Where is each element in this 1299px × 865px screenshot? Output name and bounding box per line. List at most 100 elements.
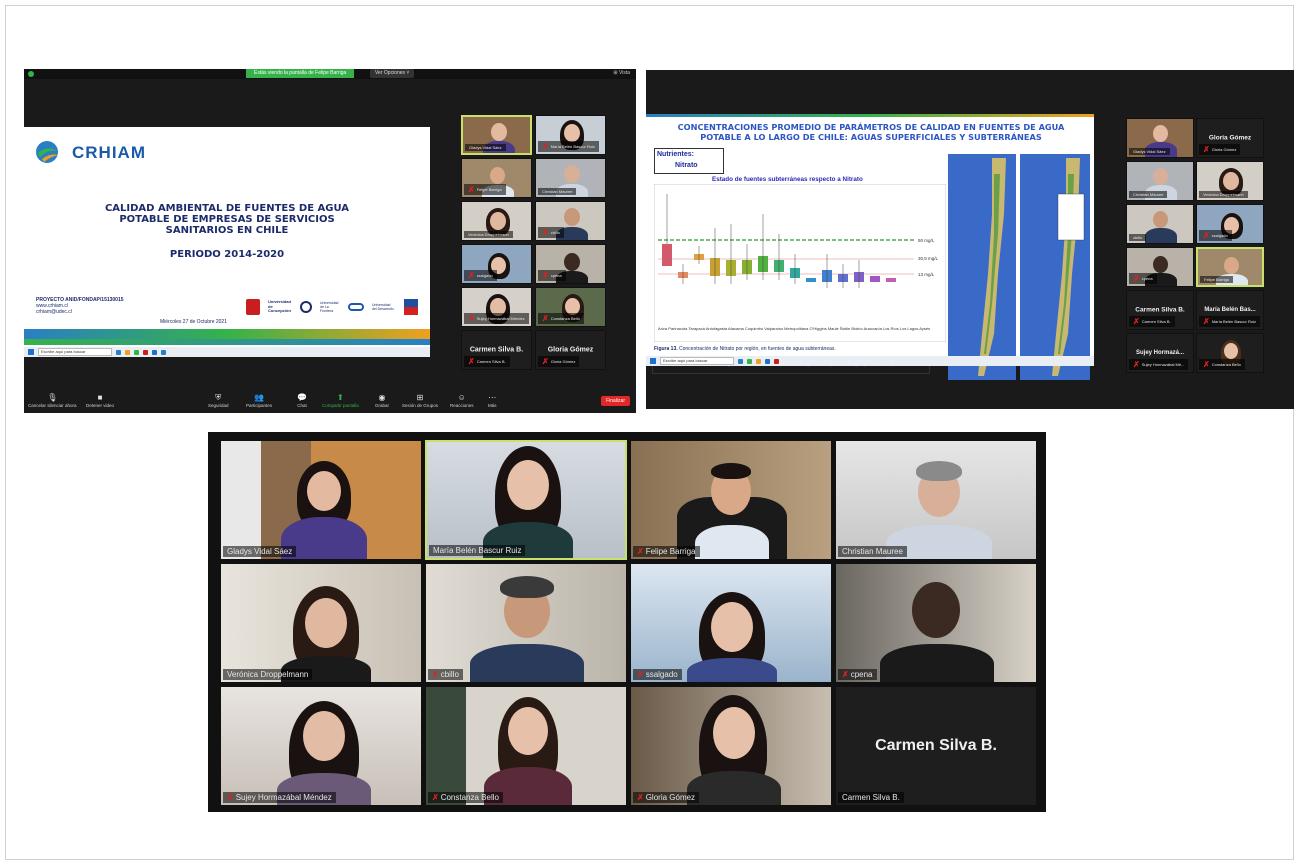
participant-tile[interactable]: Gladys Vidal Sáez: [461, 115, 532, 155]
mute-label: Cancelar silenciar ahora: [28, 403, 77, 408]
participant-name: ✗ María Belén Bascur Ruiz: [1199, 316, 1260, 327]
participant-name-text: cpena: [850, 670, 873, 679]
participant-tile[interactable]: Carmen Silva B. Carmen Silva B.: [835, 686, 1037, 806]
participant-name: María Belén Bascur Ruiz: [429, 545, 526, 556]
participant-tile[interactable]: ✗ cpena: [835, 563, 1037, 683]
participant-video: [1223, 172, 1239, 190]
mic-muted-icon: ✗: [542, 228, 549, 237]
participant-name-text: Christian Mauree: [1133, 192, 1164, 197]
taskbar-app-icon[interactable]: [765, 358, 770, 364]
participant-tile[interactable]: Sujey Hormazá... ✗ Sujey Hormazábal Mé...: [1126, 333, 1194, 373]
participant-tile[interactable]: ✗ María Belén Bascur Ruiz: [535, 115, 606, 155]
more-button[interactable]: ⋯ Más: [488, 393, 497, 408]
taskbar-app-icon[interactable]: [747, 358, 752, 364]
mic-muted-icon: ✗: [842, 670, 849, 679]
video-button[interactable]: ■ Detener video: [86, 393, 114, 408]
participant-name-text: Constanza Bello: [550, 316, 580, 321]
participant-tile[interactable]: Verónica Droppelmann: [220, 563, 422, 683]
taskbar-app-icon[interactable]: [774, 358, 779, 364]
participant-tile[interactable]: ✗ Constanza Bello: [1196, 333, 1264, 373]
participant-tile[interactable]: Christian Mauree: [535, 158, 606, 198]
participant-tile[interactable]: María Belén Bas... ✗ María Belén Bascur R…: [1196, 290, 1264, 330]
participant-name: ✗ cpena: [838, 669, 877, 680]
taskbar-search-input[interactable]: Escribe aquí para buscar: [38, 348, 112, 356]
taskbar-app-icon[interactable]: [134, 349, 139, 355]
participant-tile[interactable]: Christian Mauree: [835, 440, 1037, 560]
participant-tile[interactable]: ✗ Constanza Bello: [535, 287, 606, 327]
participant-name: Verónica Droppelmann: [1199, 191, 1248, 198]
participant-tile[interactable]: Verónica Droppelmann: [461, 201, 532, 241]
shield-icon[interactable]: [28, 71, 34, 77]
taskbar-search-input[interactable]: Escribe aquí para buscar: [660, 357, 734, 365]
windows-start-icon[interactable]: [28, 349, 34, 355]
mic-muted-icon: ✗: [468, 185, 475, 194]
participant-tile[interactable]: Felipe Barriga: [1196, 247, 1264, 287]
participants-button[interactable]: 👥 Participantes: [246, 393, 272, 408]
taskbar-app-icon[interactable]: [116, 349, 121, 355]
chat-icon: 💬: [297, 393, 307, 402]
partner-logo-label: Universidad del Desarrollo: [372, 303, 394, 311]
participant-name-text: Felipe Barriga: [645, 547, 696, 556]
record-button[interactable]: ◉ Grabar: [375, 393, 389, 408]
participant-tile[interactable]: ✗ cpena: [535, 244, 606, 284]
participant-tile[interactable]: ✗ Gloria Gómez: [630, 686, 832, 806]
end-meeting-button[interactable]: Finalizar: [601, 396, 630, 406]
participant-tile[interactable]: ✗ ssalgado: [630, 563, 832, 683]
participant-tile[interactable]: ✗ Sujey Hormazábal Méndez: [461, 287, 532, 327]
participant-name: ✗ María Belén Bascur Ruiz: [538, 141, 599, 152]
taskbar-app-icon[interactable]: [738, 358, 743, 364]
participant-video: [713, 707, 755, 759]
participant-tile[interactable]: ✗ Felipe Barriga: [461, 158, 532, 198]
taskbar-app-icon[interactable]: [161, 349, 166, 355]
participant-gallery: Gladys Vidal Sáez Gloria Gómez ✗ Gloria G…: [1126, 118, 1266, 378]
participant-tile[interactable]: Gloria Gómez ✗ Gloria Gómez: [1196, 118, 1264, 158]
windows-start-icon[interactable]: [650, 358, 656, 364]
taskbar-app-icon[interactable]: [143, 349, 148, 355]
taskbar-app-icon[interactable]: [125, 349, 130, 355]
record-icon: ◉: [378, 393, 386, 402]
participant-video: [711, 602, 753, 652]
svg-text:Arica Parinacota Tarapacá An: Arica Parinacota Tarapacá Antofagasta At…: [658, 326, 930, 331]
participant-tile[interactable]: ✗ Sujey Hormazábal Méndez: [220, 686, 422, 806]
mute-button[interactable]: 🎙 Cancelar silenciar ahora: [28, 393, 77, 408]
participant-tile[interactable]: Gloria Gómez ✗ Gloria Gómez: [535, 330, 606, 370]
participant-name: Gladys Vidal Sáez: [1129, 148, 1170, 155]
participant-tile[interactable]: ✗ cpena: [1126, 247, 1194, 287]
participant-tile[interactable]: María Belén Bascur Ruiz: [425, 440, 627, 560]
participant-tile[interactable]: Verónica Droppelmann: [1196, 161, 1264, 201]
view-button[interactable]: ⊞ Vista: [613, 69, 630, 78]
figure-caption-label: Figura 13.: [654, 346, 678, 352]
participant-name: ✗ Constanza Bello: [1199, 359, 1245, 370]
breakout-button[interactable]: ⊞ Sesión de Grupos: [402, 393, 438, 408]
participant-tile[interactable]: Christian Mauree: [1126, 161, 1194, 201]
security-button[interactable]: ⛨ Seguridad: [208, 393, 229, 408]
mic-muted-icon: ✗: [1133, 360, 1140, 369]
chat-button[interactable]: 💬 Chat: [297, 393, 307, 408]
participant-tile[interactable]: Gladys Vidal Sáez: [1126, 118, 1194, 158]
mic-muted-icon: ✗: [637, 670, 644, 679]
participant-tile[interactable]: cbillo: [1126, 204, 1194, 244]
gobierno-logo-icon: [404, 299, 418, 315]
shared-slide: CRHIAM CALIDAD AMBIENTAL DE FUENTES DE A…: [24, 127, 430, 357]
participant-tile[interactable]: ✗ cbillo: [425, 563, 627, 683]
mic-muted-icon: ✗: [542, 314, 549, 323]
participant-tile[interactable]: Carmen Silva B. ✗ Carmen Silva B.: [461, 330, 532, 370]
view-options-button[interactable]: Ver Opciones ˅: [370, 69, 415, 78]
shield-icon: ⛨: [215, 393, 222, 402]
taskbar-app-icon[interactable]: [756, 358, 761, 364]
partner-logo-label: Universidad de Concepción: [268, 299, 291, 314]
participant-name-text: cbillo: [440, 670, 459, 679]
participant-tile[interactable]: Gladys Vidal Sáez: [220, 440, 422, 560]
participant-tile[interactable]: ✗ cbillo: [535, 201, 606, 241]
reactions-button[interactable]: ☺ Reacciones: [450, 393, 474, 408]
participant-tile[interactable]: ✗ Felipe Barriga: [630, 440, 832, 560]
taskbar-app-icon[interactable]: [152, 349, 157, 355]
crhiam-logo-icon: [36, 141, 58, 163]
participant-tile[interactable]: Carmen Silva B. ✗ Carmen Silva B.: [1126, 290, 1194, 330]
participant-name-text: Constanza Bello: [1211, 362, 1241, 367]
share-screen-button[interactable]: ⬆ Compartir pantalla: [322, 393, 359, 408]
participant-tile[interactable]: ✗ Constanza Bello: [425, 686, 627, 806]
participant-tile[interactable]: ✗ ssalgado: [1196, 204, 1264, 244]
participant-tile[interactable]: ✗ ssalgado: [461, 244, 532, 284]
participant-name: Felipe Barriga: [1200, 276, 1233, 283]
